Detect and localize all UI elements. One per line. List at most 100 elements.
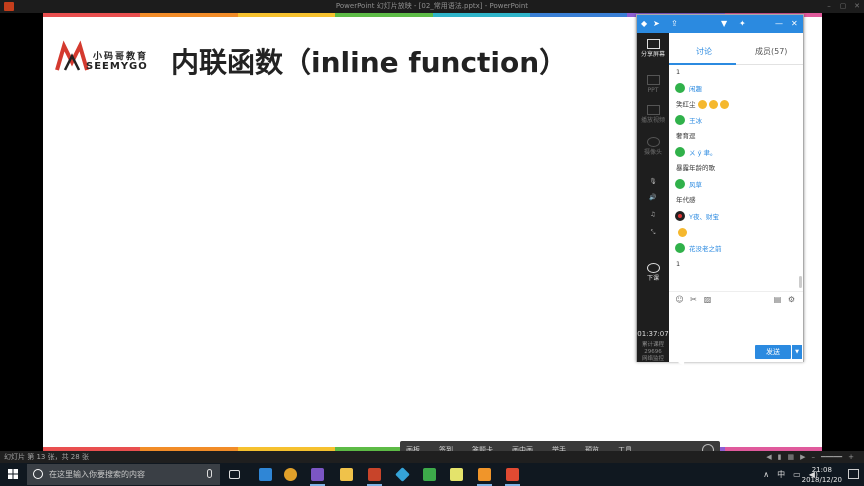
user-avatar-icon [675,178,685,189]
notes-icon[interactable] [447,465,466,484]
user-avatar-icon [675,82,685,93]
speaker-icon[interactable]: 🔊 [637,194,669,202]
network-label: 网络监控 [641,356,664,362]
window-titlebar: PowerPoint 幻灯片放映 - [02_常用语法.pptx] - Powe… [0,0,864,13]
panel-tabs: 讨论 成员(57) [669,33,803,65]
chat-user[interactable]: 王冰 [675,114,702,125]
play-video-button[interactable]: 播放视频 [637,105,669,125]
emoji-icon [678,228,687,237]
user-avatar-icon [675,210,685,221]
user-avatar-icon [675,114,685,125]
arrow-icon[interactable]: ➤ [653,19,660,29]
clock[interactable]: 21:08 2018/12/20 [802,465,842,485]
chat-message: 奢育逗 [676,132,696,141]
settings-icon[interactable]: ⚙ [787,295,796,304]
chat-user[interactable]: ㄨ ý 聿。 [675,146,716,157]
share-icon[interactable]: ⇪ [671,19,678,29]
user-avatar-icon [675,146,685,157]
chat-scrollbar[interactable] [799,276,802,288]
sublime-icon[interactable] [475,465,494,486]
chat-user[interactable]: 风草 [675,178,702,189]
ppt-label: PPT [647,87,659,94]
mic-icon[interactable]: 🎙 [637,178,669,186]
send-options-chevron-icon[interactable]: ▼ [792,345,802,359]
end-class-label: 下课 [646,275,659,282]
close-window-button[interactable]: ✕ [850,0,864,13]
screen-share-icon [646,39,660,49]
emoji-icon[interactable]: ☺ [675,295,684,304]
task-view-icon[interactable] [225,465,244,484]
chat-username: 闲趣 [689,84,702,93]
window-title: PowerPoint 幻灯片放映 - [02_常用语法.pptx] - Powe… [335,2,529,10]
emoji-icon [708,100,718,109]
maximize-window-button[interactable]: ▢ [836,0,850,13]
close-icon[interactable]: ✕ [791,19,798,29]
stats-label: 累计课程 [641,342,664,348]
xcode-icon[interactable] [256,465,275,484]
app-diamond-icon[interactable] [393,465,412,484]
ime-indicator[interactable]: 中 [777,469,785,480]
file-icon[interactable]: ▤ [773,295,782,304]
class-timer: 01:37:07 [637,330,669,338]
notification-icon[interactable] [848,469,859,479]
tab-members[interactable]: 成员(57) [755,46,787,57]
chat-user[interactable]: 花没老之前 [675,242,722,253]
chat-user[interactable]: Y夜、财宝 [675,210,719,221]
music-icon[interactable]: ♫ [637,211,669,219]
file-explorer-icon[interactable] [337,465,356,484]
clock-date: 2018/12/20 [801,476,842,484]
start-button[interactable] [0,463,26,486]
chat-message-text: 奢育逗 [676,132,696,140]
minimize-icon[interactable]: — [775,19,783,29]
grid-view-icon[interactable]: ▦ [788,452,795,462]
reading-view-icon[interactable]: ▮ [778,452,782,462]
chat-message [676,228,687,238]
live-class-panel: ◆ ➤ ⇪ ▼ ✦ — ✕ 分享屏幕 PPT 播放视频 摄像头 🎙 🔊 ♫ ⤡ … [636,14,804,362]
taskbar: 在这里输入你要搜索的内容 ∧ 中 ▭ ◀) 21:08 2018/12/20 [0,463,864,486]
share-screen-button[interactable]: 分享屏幕 [637,39,669,59]
zoom-in-icon[interactable]: + [848,452,854,462]
scissors-icon[interactable]: ✂ [689,295,698,304]
visual-studio-icon[interactable] [308,465,327,486]
tab-discussion[interactable]: 讨论 [696,46,712,57]
camtasia-icon[interactable] [420,465,439,484]
logo-text-en: SEEMYGO [86,61,148,72]
chat-user[interactable]: 闲趣 [675,82,702,93]
zoom-slider[interactable]: ━━━━━ [821,452,842,462]
tray-chevron-icon[interactable]: ∧ [763,470,769,479]
diamond-icon[interactable]: ◆ [641,19,647,29]
panel-sidebar: 分享屏幕 PPT 播放视频 摄像头 🎙 🔊 ♫ ⤡ 下课 01:37:07 累计… [637,33,669,362]
pin-icon[interactable]: ✦ [739,19,746,29]
slide-title: 内联函数（inline function） [171,46,568,79]
search-icon [33,469,43,479]
class-stats: 累计课程 29696 网络监控 [637,342,669,363]
zoom-out-icon[interactable]: – [812,452,816,462]
powerpoint-taskbar-icon[interactable] [365,465,384,486]
microphone-icon[interactable] [207,469,212,478]
image-icon[interactable]: ▨ [703,295,712,304]
share-screen-label: 分享屏幕 [640,51,665,58]
chat-message-text: 1 [676,260,681,268]
chat-message: 1 [676,260,680,269]
camera-button[interactable]: 摄像头 [637,137,669,157]
clock-time: 21:08 [811,466,832,474]
end-class-button[interactable]: 下课 [637,263,669,283]
play-video-label: 播放视频 [640,117,665,124]
send-button[interactable]: 发送 [755,345,791,359]
prev-icon[interactable]: ◀ [766,452,771,462]
chrome-icon[interactable] [281,465,300,484]
taskbar-search[interactable]: 在这里输入你要搜索的内容 [27,464,220,485]
ppt-button[interactable]: PPT [637,75,669,95]
collapse-icon[interactable]: ⤡ [637,229,669,237]
chat-username: Y夜、财宝 [689,212,719,221]
chat-list: 1 闲趣 笑红尘 王冰 奢育逗ㄨ ý 聿。 暴露年龄的歌 风草 年代感 Y夜、财宝 花没老之前 1 [669,66,803,289]
user-avatar-icon [675,242,685,253]
slideshow-icon[interactable]: ▶ [800,452,805,462]
minimize-window-button[interactable]: – [822,0,836,13]
panel-header: ◆ ➤ ⇪ ▼ ✦ — ✕ [637,15,803,33]
live-class-app-icon[interactable] [503,465,522,486]
chevron-down-icon[interactable]: ▼ [721,19,727,29]
chat-username: 花没老之前 [689,244,722,253]
timer-icon [646,263,660,273]
network-icon[interactable]: ▭ [793,470,801,479]
